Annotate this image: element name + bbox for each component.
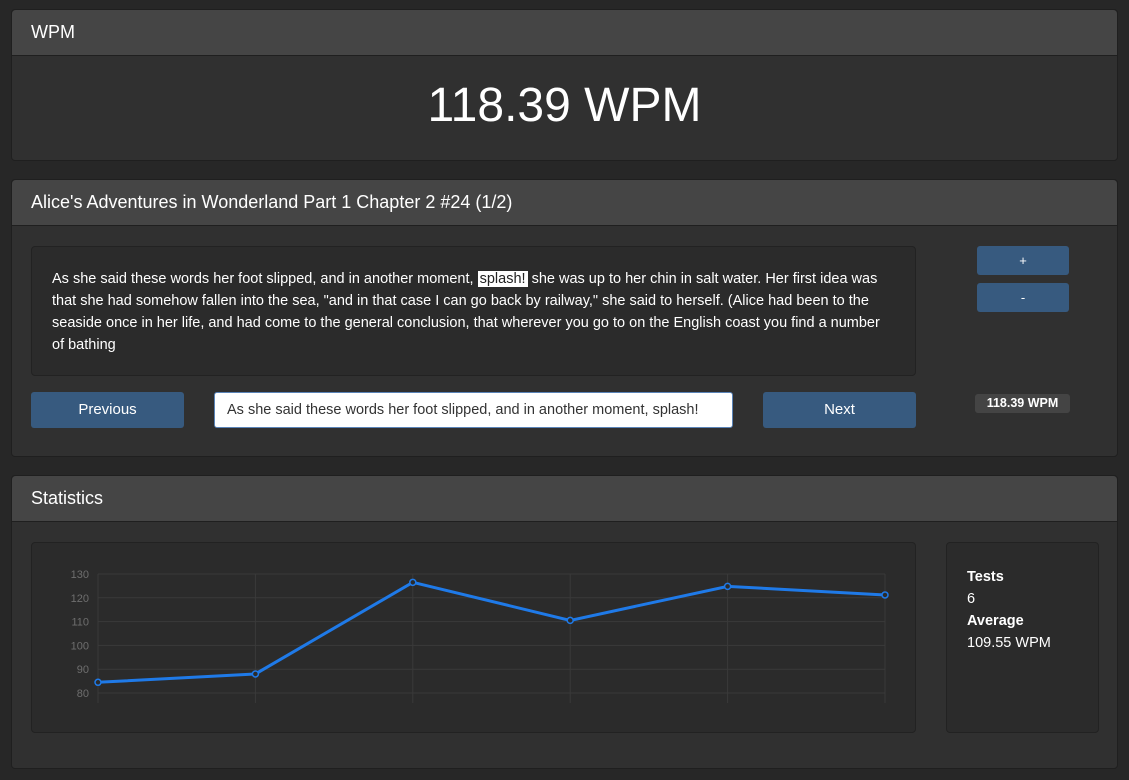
y-tick-label: 120 — [71, 593, 89, 605]
statistics-title: Statistics — [12, 476, 1117, 522]
data-point — [566, 616, 574, 625]
data-point — [251, 670, 260, 678]
next-button[interactable]: Next — [763, 392, 916, 428]
data-point — [723, 582, 732, 591]
story-title: Alice's Adventures in Wonderland Part 1 … — [12, 180, 1117, 226]
wpm-panel: WPM 118.39 WPM — [11, 9, 1118, 161]
tests-value: 6 — [967, 591, 976, 607]
statistics-panel: Statistics 80 90 100 110 120 130 Tests 6 Aver… — [11, 475, 1118, 769]
wpm-chart-container: 80 90 100 110 120 130 — [31, 542, 916, 733]
previous-button[interactable]: Previous — [31, 392, 184, 428]
current-word: splash! — [477, 271, 528, 287]
y-tick-label: 90 — [77, 664, 89, 676]
data-point — [881, 591, 889, 599]
data-point — [409, 578, 417, 587]
wpm-value: 118.39 WPM — [427, 79, 702, 132]
passage-typed: As she said these words her foot slipped… — [52, 271, 474, 287]
y-tick-label: 80 — [77, 688, 89, 700]
statistics-summary: Tests 6 Average 109.55 WPM — [946, 542, 1099, 733]
wpm-panel-title: WPM — [12, 10, 1117, 56]
average-value: 109.55 WPM — [967, 635, 1051, 651]
wpm-badge: 118.39 WPM — [975, 394, 1070, 413]
y-tick-label: 110 — [71, 617, 89, 629]
typing-input[interactable] — [214, 392, 733, 428]
y-tick-label: 100 — [71, 640, 89, 652]
wpm-line-chart: 80 90 100 110 120 130 — [71, 569, 889, 703]
increase-button[interactable]: + — [977, 246, 1069, 275]
average-label: Average — [967, 613, 1024, 629]
passage-text: As she said these words her foot slipped… — [31, 246, 916, 376]
tests-label: Tests — [967, 569, 1004, 585]
decrease-button[interactable]: - — [977, 283, 1069, 312]
y-tick-label: 130 — [71, 569, 89, 581]
story-panel: Alice's Adventures in Wonderland Part 1 … — [11, 179, 1118, 457]
data-point — [94, 678, 102, 687]
